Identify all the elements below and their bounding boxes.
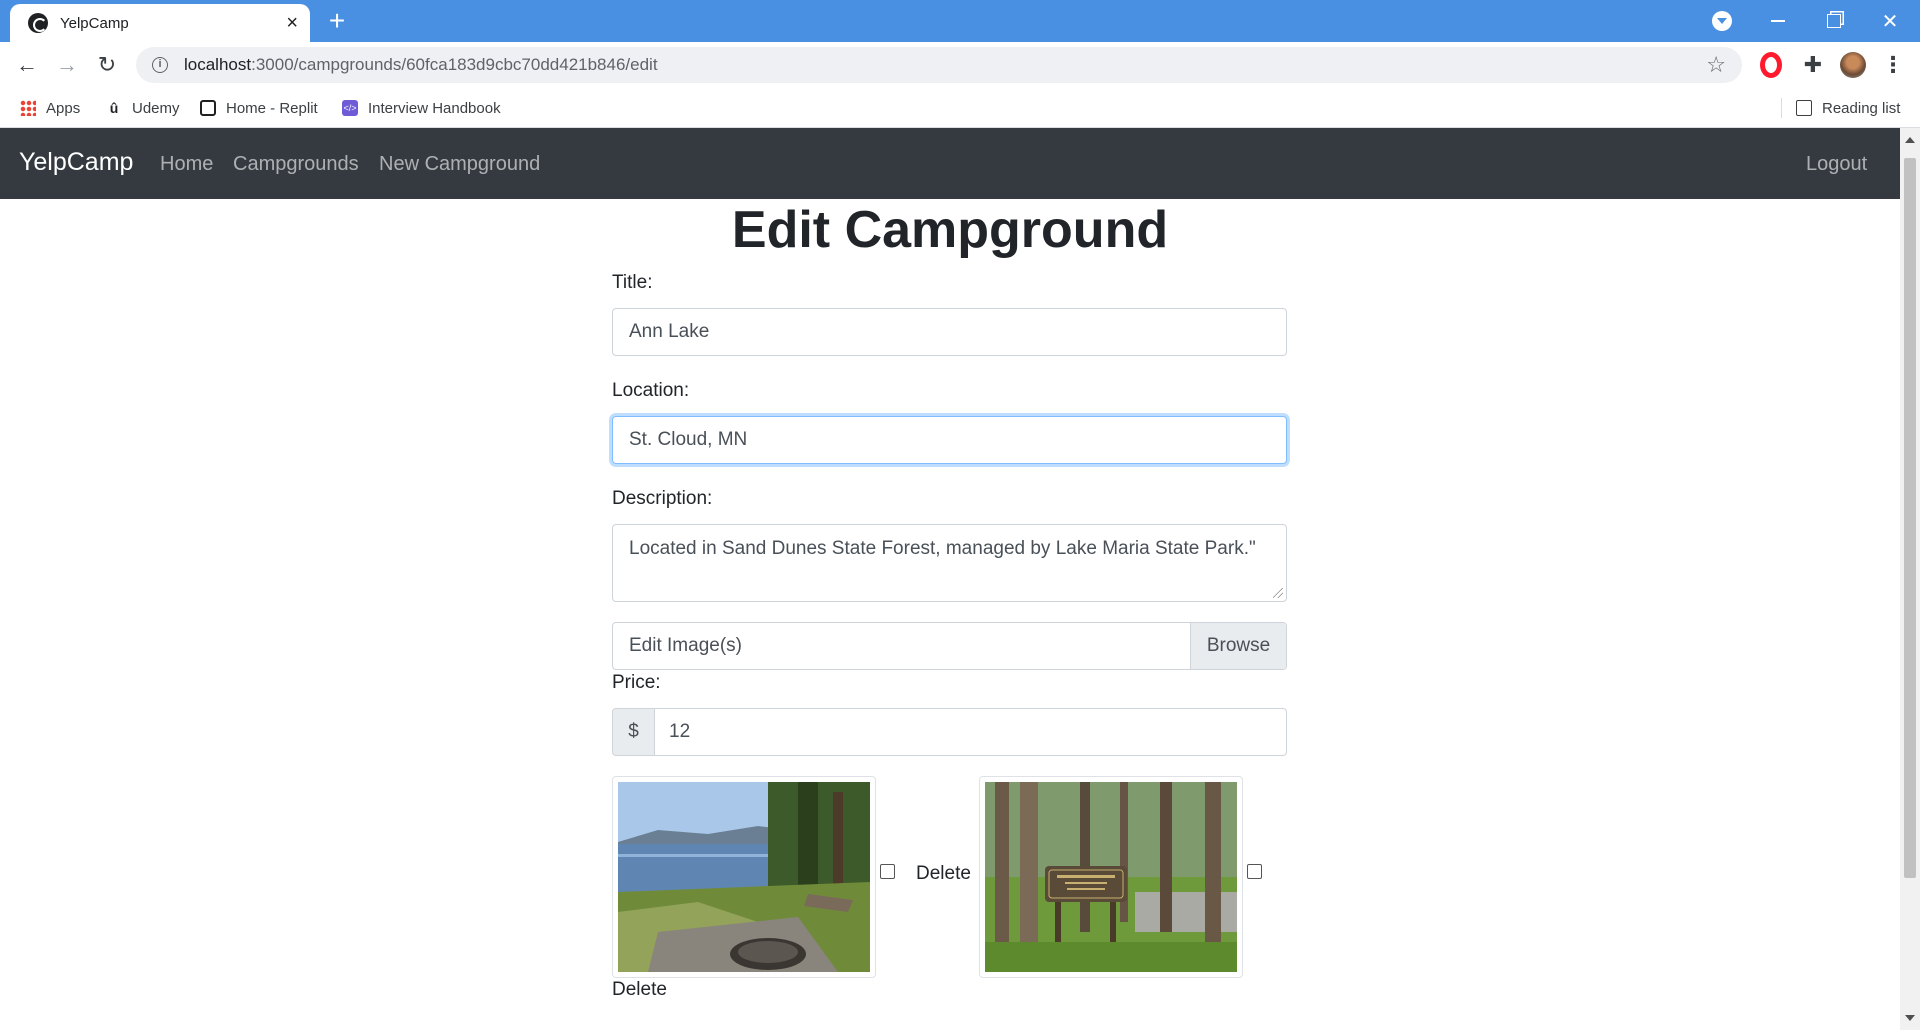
reload-icon[interactable]: ↻ <box>92 50 122 80</box>
url-path: :3000/campgrounds/60fca183d9cbc70dd421b8… <box>251 55 658 74</box>
tab-close-icon[interactable]: × <box>286 13 298 33</box>
bookmark-label: Interview Handbook <box>368 99 501 117</box>
address-bar[interactable]: i localhost:3000/campgrounds/60fca183d9c… <box>136 47 1742 83</box>
nav-link-home[interactable]: Home <box>160 153 213 176</box>
title-label: Title: <box>612 272 653 293</box>
nav-link-new-campground[interactable]: New Campground <box>379 153 540 176</box>
description-label: Description: <box>612 488 713 509</box>
nav-link-campgrounds[interactable]: Campgrounds <box>233 153 359 176</box>
page-title: Edit Campground <box>731 201 1169 259</box>
extensions-puzzle-icon[interactable]: ✚ <box>1800 52 1826 78</box>
title-input[interactable]: Ann Lake <box>612 308 1287 356</box>
location-label: Location: <box>612 380 690 401</box>
bookmark-udemy[interactable]: û Udemy <box>106 96 180 120</box>
campground-image-thumbnail <box>979 776 1243 978</box>
bookmark-label: Udemy <box>132 99 180 117</box>
window-close-icon[interactable]: ✕ <box>1862 0 1918 42</box>
tab-search-icon[interactable] <box>1712 11 1732 31</box>
back-arrow-icon[interactable]: ← <box>12 50 42 80</box>
tab-title: YelpCamp <box>60 14 129 32</box>
bookmark-label: Home - Replit <box>226 99 318 117</box>
image-file-input[interactable]: Edit Image(s) Browse <box>612 622 1287 670</box>
scroll-down-arrow-icon[interactable] <box>1905 1015 1915 1021</box>
bookmark-star-icon[interactable]: ☆ <box>1706 52 1726 78</box>
site-info-icon[interactable]: i <box>152 57 168 73</box>
browser-tab[interactable]: YelpCamp × <box>10 4 310 42</box>
file-input-label: Edit Image(s) <box>629 635 742 656</box>
opera-extension-icon[interactable] <box>1760 52 1782 78</box>
page-scrollbar[interactable] <box>1900 128 1920 1030</box>
bookmark-interview-handbook[interactable]: </> Interview Handbook <box>342 96 501 120</box>
description-textarea[interactable]: Located in Sand Dunes State Forest, mana… <box>612 524 1287 602</box>
delete-image-checkbox[interactable] <box>880 864 895 879</box>
delete-image-label[interactable]: Delete <box>612 979 667 1001</box>
lake-photo <box>618 782 870 972</box>
replit-icon <box>200 100 216 116</box>
bookmark-label: Apps <box>46 99 81 117</box>
scrollbar-thumb[interactable] <box>1904 158 1916 878</box>
bookmark-apps[interactable]: Apps <box>20 96 80 120</box>
scroll-up-arrow-icon[interactable] <box>1905 137 1915 143</box>
navbar-brand[interactable]: YelpCamp <box>19 148 133 177</box>
page-viewport: YelpCamp Home Campgrounds New Campground… <box>0 128 1920 1030</box>
resize-handle-icon[interactable] <box>1273 588 1283 598</box>
browse-button[interactable]: Browse <box>1190 623 1286 669</box>
price-input-group: $ 12 <box>612 708 1287 756</box>
apps-grid-icon <box>20 100 36 116</box>
delete-image-checkbox[interactable] <box>1247 864 1262 879</box>
reading-list-icon <box>1796 100 1812 116</box>
description-text: Located in Sand Dunes State Forest, mana… <box>629 538 1256 559</box>
price-input[interactable]: 12 <box>655 708 1287 756</box>
reading-list-label: Reading list <box>1822 99 1901 117</box>
browser-menu-icon[interactable]: ⋮ <box>1880 52 1906 78</box>
code-icon: </> <box>342 100 358 116</box>
minimize-icon[interactable] <box>1750 0 1806 42</box>
restore-icon[interactable] <box>1806 0 1862 42</box>
browser-tab-bar: YelpCamp × + ✕ <box>0 0 1920 42</box>
price-label: Price: <box>612 672 661 693</box>
bookmarks-bar: Apps û Udemy Home - Replit </> Interview… <box>0 88 1920 128</box>
forward-arrow-icon[interactable]: → <box>52 50 82 80</box>
site-navbar: YelpCamp Home Campgrounds New Campground… <box>0 128 1900 199</box>
url-host: localhost <box>184 55 252 74</box>
udemy-icon: û <box>109 100 119 116</box>
profile-avatar[interactable] <box>1840 52 1866 78</box>
bookmarks-divider <box>1781 98 1782 118</box>
nav-link-logout[interactable]: Logout <box>1806 153 1867 176</box>
reading-list-button[interactable]: Reading list <box>1796 96 1900 120</box>
campground-image-thumbnail <box>612 776 876 978</box>
delete-image-label[interactable]: Delete <box>916 863 971 885</box>
location-input[interactable]: St. Cloud, MN <box>612 416 1287 464</box>
browser-toolbar: ← → ↻ i localhost:3000/campgrounds/60fca… <box>0 42 1920 88</box>
currency-addon: $ <box>612 708 655 756</box>
bookmark-replit[interactable]: Home - Replit <box>200 96 318 120</box>
url-text[interactable]: localhost:3000/campgrounds/60fca183d9cbc… <box>184 55 1706 75</box>
forest-sign-photo <box>985 782 1237 972</box>
site-favicon-icon <box>28 13 48 33</box>
new-tab-icon[interactable]: + <box>322 6 352 36</box>
